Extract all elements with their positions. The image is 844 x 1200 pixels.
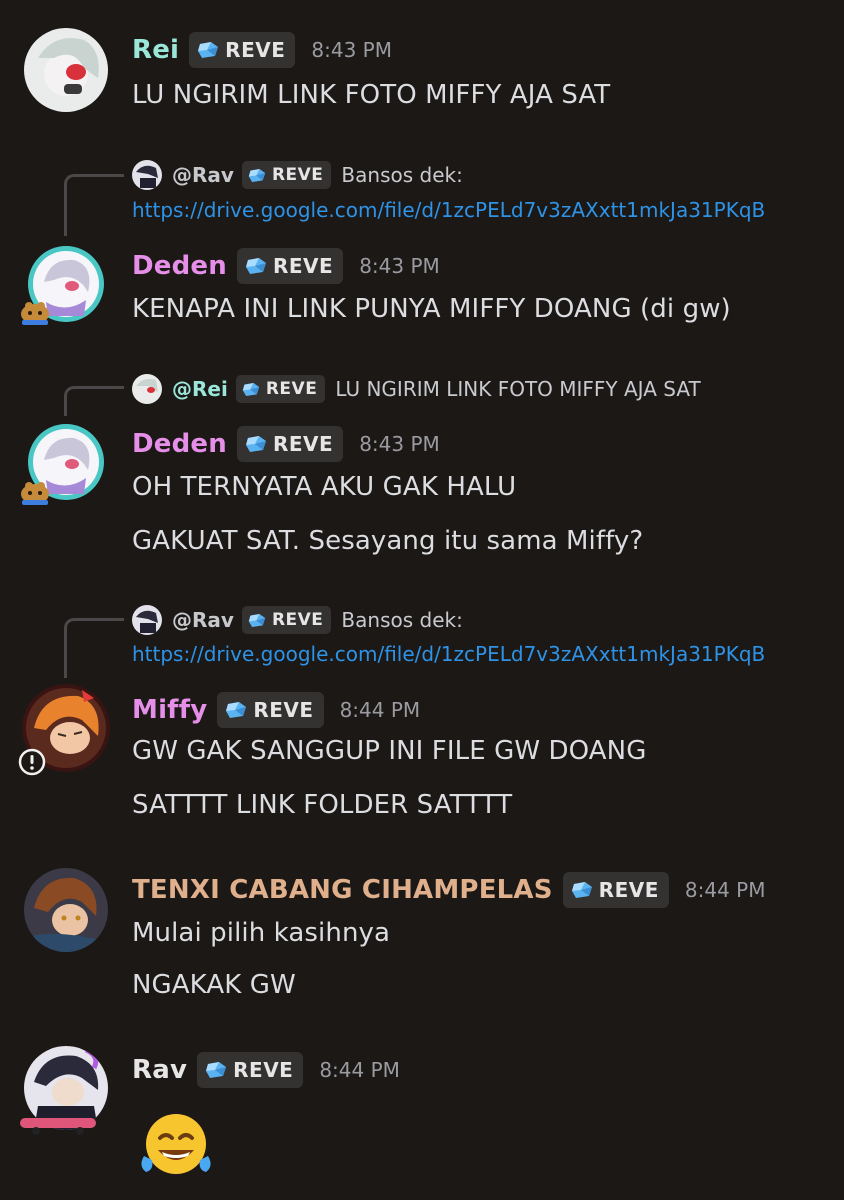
reply-preview[interactable]: @Rav REVE Bansos dek: — [132, 160, 463, 190]
reply-tag: REVE — [241, 606, 332, 634]
reply-avatar-rav — [132, 605, 162, 635]
timestamp: 8:44 PM — [684, 878, 766, 902]
timestamp: 8:43 PM — [359, 432, 440, 456]
reply-spine — [64, 386, 124, 416]
reply-text: LU NGIRIM LINK FOTO MIFFY AJA SAT — [335, 377, 701, 401]
reply-tag: REVE — [235, 375, 326, 403]
tag-label: REVE — [272, 254, 334, 278]
author-name[interactable]: TENXI CABANG CIHAMPELAS — [132, 875, 553, 905]
reply-author[interactable]: @Rav — [172, 608, 234, 632]
skateboard-badge-icon — [20, 1118, 96, 1135]
joy-emoji-icon[interactable] — [132, 1100, 220, 1188]
author-name[interactable]: Miffy — [132, 695, 207, 725]
reply-preview[interactable]: @Rei REVE LU NGIRIM LINK FOTO MIFFY AJA … — [132, 374, 701, 404]
server-tag[interactable]: REVE — [236, 426, 344, 462]
timestamp: 8:44 PM — [339, 698, 421, 722]
server-tag[interactable]: REVE — [562, 872, 669, 908]
gem-icon — [242, 382, 260, 397]
timestamp: 8:43 PM — [359, 254, 440, 278]
gem-icon — [245, 257, 267, 275]
server-tag[interactable]: REVE — [217, 692, 324, 728]
tag-label: REVE — [233, 1058, 294, 1082]
author-name[interactable]: Rav — [132, 1055, 187, 1085]
reply-text: Bansos dek: — [341, 163, 463, 187]
reply-preview[interactable]: @Rav REVE Bansos dek: — [132, 605, 463, 635]
timestamp: 8:43 PM — [311, 38, 392, 62]
server-tag[interactable]: REVE — [189, 32, 296, 68]
reply-spine — [64, 618, 124, 678]
gem-icon — [197, 41, 219, 59]
hamster-badge-icon — [21, 482, 49, 505]
gem-icon — [248, 168, 266, 183]
message-text: GAKUAT SAT. Sesayang itu sama Miffy? — [132, 526, 644, 556]
gem-icon — [225, 701, 247, 719]
tag-label: REVE — [598, 878, 659, 902]
avatar-tenxi[interactable] — [24, 868, 108, 952]
reply-text: Bansos dek: — [341, 608, 463, 632]
hamster-badge-icon — [21, 302, 49, 325]
tag-label: REVE — [225, 38, 286, 62]
drive-link[interactable]: https://drive.google.com/file/d/1zcPELd7… — [132, 642, 765, 666]
reply-author[interactable]: @Rei — [172, 377, 228, 401]
author-name[interactable]: Deden — [132, 251, 227, 281]
reply-spine — [64, 174, 124, 236]
message-text: SATTTT LINK FOLDER SATTTT — [132, 790, 513, 820]
gem-icon — [571, 881, 593, 899]
reply-tag: REVE — [241, 161, 332, 189]
drive-link[interactable]: https://drive.google.com/file/d/1zcPELd7… — [132, 198, 765, 222]
message-text: GW GAK SANGGUP INI FILE GW DOANG — [132, 736, 647, 766]
gem-icon — [245, 435, 267, 453]
reply-avatar-rav — [132, 160, 162, 190]
message-text: NGAKAK GW — [132, 970, 296, 1000]
server-tag[interactable]: REVE — [236, 248, 344, 284]
message-text: OH TERNYATA AKU GAK HALU — [132, 472, 517, 502]
reply-author[interactable]: @Rav — [172, 163, 234, 187]
author-name[interactable]: Rei — [132, 35, 179, 65]
alert-badge-icon — [18, 748, 46, 776]
gem-icon — [248, 613, 266, 628]
timestamp: 8:44 PM — [319, 1058, 400, 1082]
gem-icon — [205, 1061, 227, 1079]
reply-avatar-rei — [132, 374, 162, 404]
tag-label: REVE — [272, 432, 334, 456]
message-text: KENAPA INI LINK PUNYA MIFFY DOANG (di gw… — [132, 294, 731, 324]
message-text: Mulai pilih kasihnya — [132, 918, 391, 948]
author-name[interactable]: Deden — [132, 429, 227, 459]
message-text: LU NGIRIM LINK FOTO MIFFY AJA SAT — [132, 80, 611, 110]
tag-label: REVE — [253, 698, 314, 722]
avatar-rei[interactable] — [24, 28, 108, 112]
server-tag[interactable]: REVE — [197, 1052, 304, 1088]
